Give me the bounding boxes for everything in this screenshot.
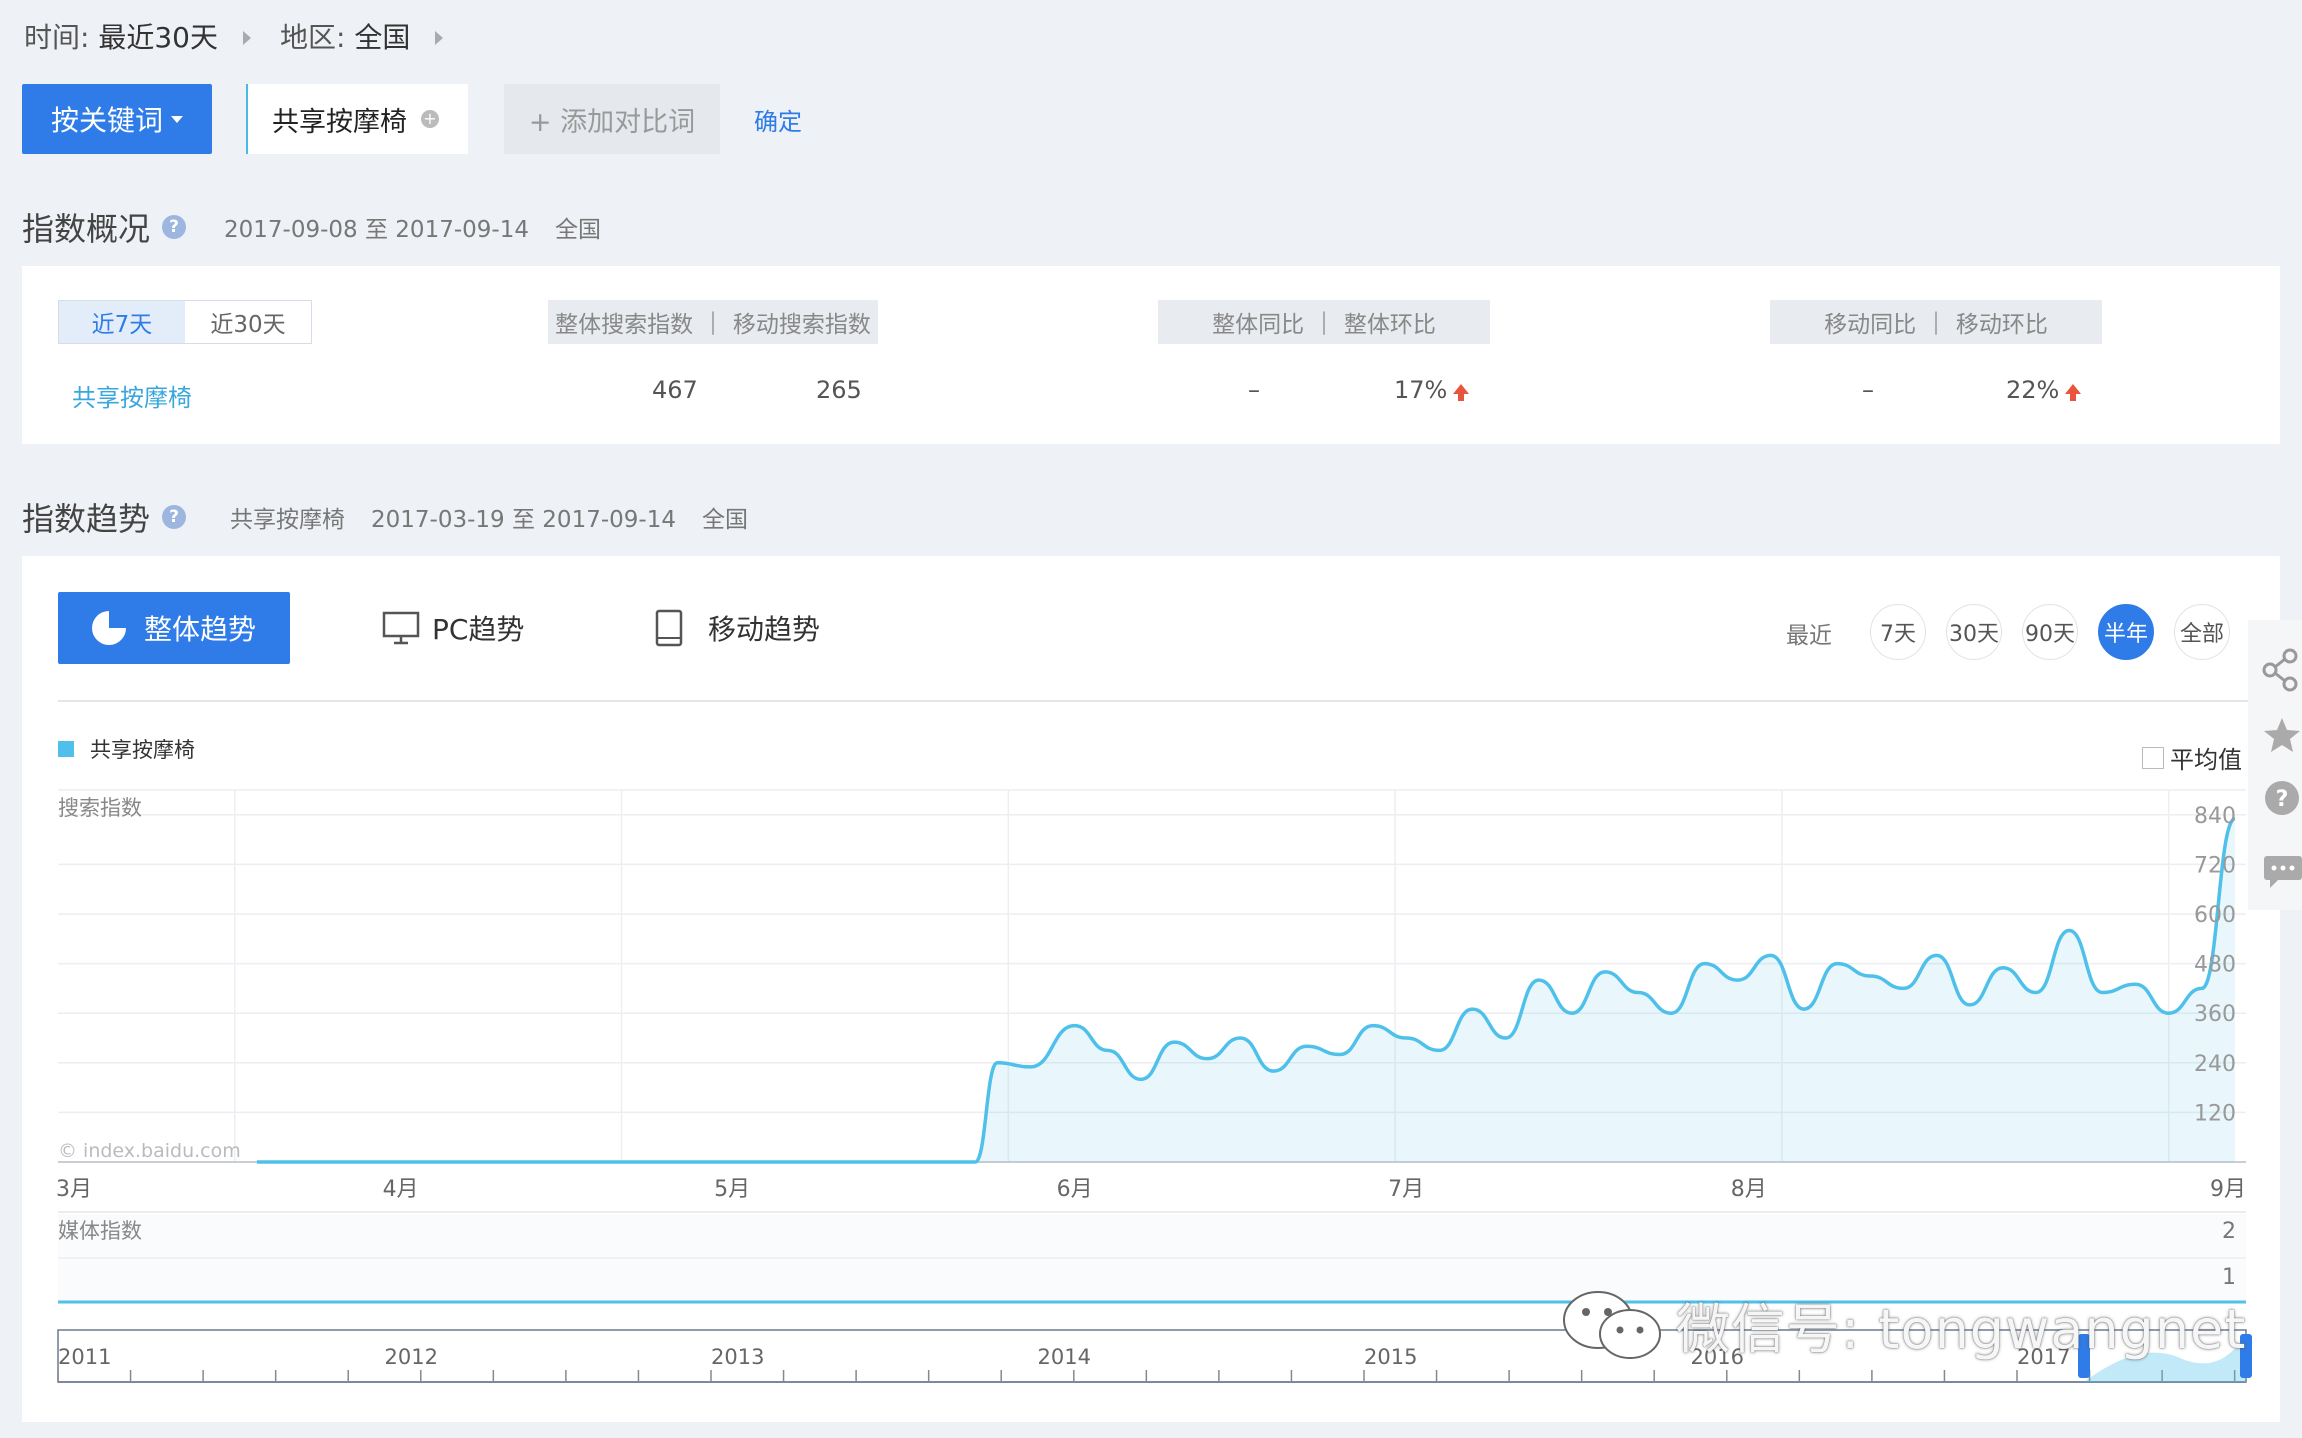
y-tick-label: 720 [2194, 853, 2236, 878]
timeline-year-label: 2012 [385, 1345, 438, 1369]
share-icon[interactable] [2262, 648, 2298, 692]
series-area [256, 818, 2235, 1162]
y-tick-label: 840 [2194, 804, 2236, 829]
x-tick-label: 3月 [56, 1177, 92, 1202]
copyright-text: © index.baidu.com [58, 1140, 241, 1162]
media-index-label: 媒体指数 [58, 1219, 142, 1243]
x-tick-label: 7月 [1388, 1177, 1424, 1202]
x-tick-label: 9月 [2210, 1177, 2246, 1202]
x-ticks: 3月 4月 5月 6月 7月 8月 9月 [56, 1177, 2246, 1202]
wechat-icon [1563, 1291, 1661, 1359]
star-icon[interactable] [2264, 718, 2300, 752]
timeline-year-label: 2013 [711, 1345, 764, 1369]
watermark: 微信号: tongwangnet [1558, 1284, 2246, 1364]
trend-chart: 搜索指数 © index.baidu.com 120 240 360 480 600 72… [56, 789, 2252, 1383]
chat-icon[interactable] [2264, 856, 2302, 888]
y-axis-label: 搜索指数 [58, 796, 142, 820]
y-tick-label: 480 [2194, 953, 2236, 978]
x-tick-label: 5月 [714, 1177, 750, 1202]
series-layer [256, 817, 2236, 1164]
side-toolbar: ? [2248, 620, 2302, 910]
y-tick-label: 600 [2194, 903, 2236, 928]
y-tick-label: 360 [2194, 1002, 2236, 1027]
help-icon[interactable]: ? [2265, 781, 2299, 815]
y-tick-label: 120 [2194, 1101, 2236, 1126]
media-tick-label: 2 [2222, 1219, 2236, 1244]
y-tick-label: 240 [2194, 1052, 2236, 1077]
svg-text:?: ? [2276, 787, 2289, 812]
watermark-text: 微信号: tongwangnet [1676, 1297, 2247, 1361]
timeline-year-label: 2015 [1364, 1345, 1417, 1369]
x-tick-label: 4月 [383, 1177, 419, 1202]
timeline-year-label: 2014 [1038, 1345, 1091, 1369]
x-tick-label: 6月 [1057, 1177, 1093, 1202]
x-tick-label: 8月 [1731, 1177, 1767, 1202]
timeline-year-label: 2011 [58, 1345, 111, 1369]
